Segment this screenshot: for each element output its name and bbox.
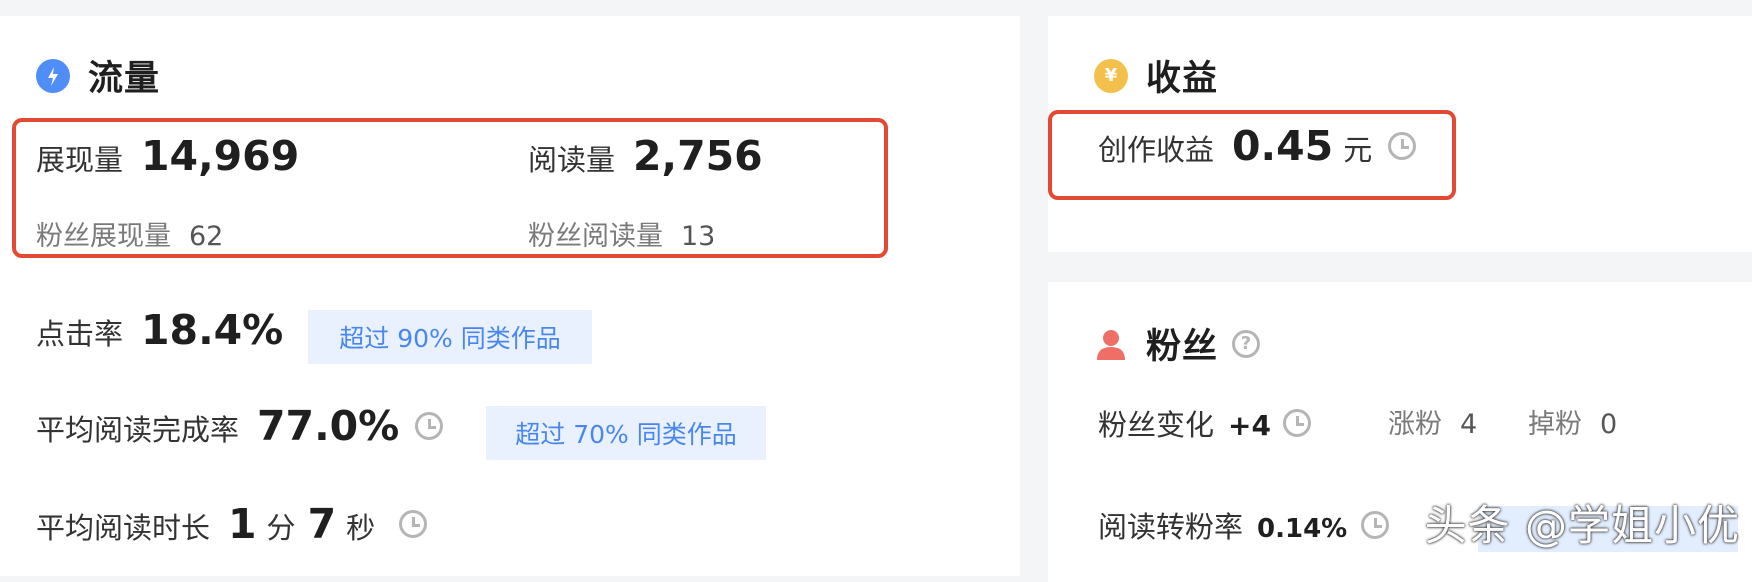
completion-value: 77.0%: [257, 402, 400, 450]
fan-impressions-label: 粉丝展现量: [36, 221, 171, 252]
ctr-stat: 点击率 18.4%: [36, 306, 283, 354]
fan-reads-label: 粉丝阅读量: [528, 221, 663, 252]
conversion-clock-icon[interactable]: [1361, 511, 1390, 539]
fan-loss-stat: 掉粉 0: [1528, 402, 1617, 441]
reads-stat: 阅读量 2,756: [528, 132, 763, 180]
fan-reads-stat: 粉丝阅读量 13: [528, 214, 715, 253]
fan-loss-label: 掉粉: [1528, 409, 1582, 440]
fan-reads-value: 13: [681, 221, 716, 252]
traffic-drop-icon: [36, 58, 70, 93]
ctr-value: 18.4%: [141, 306, 284, 354]
impressions-stat: 展现量 14,969: [36, 132, 299, 180]
creation-income-unit: 元: [1343, 133, 1373, 167]
completion-clock-icon[interactable]: [415, 412, 444, 440]
traffic-header: 流量: [36, 50, 160, 101]
creation-income-label: 创作收益: [1098, 133, 1215, 167]
coin-icon: ¥: [1094, 58, 1128, 93]
fans-header: 粉丝 ?: [1094, 318, 1261, 369]
fans-help-icon[interactable]: ?: [1232, 329, 1261, 358]
watermark-text: 头条 @学姐小优: [1424, 501, 1740, 550]
conversion-stat: 阅读转粉率 0.14%: [1098, 504, 1390, 546]
duration-minutes: 1: [228, 500, 257, 548]
income-header: ¥ 收益: [1094, 50, 1218, 101]
traffic-card: 流量 展现量 14,969 阅读量 2,756 粉丝展现量 62 粉丝阅读量 1…: [0, 16, 1020, 576]
conversion-value: 0.14%: [1257, 514, 1348, 544]
fans-title: 粉丝: [1146, 327, 1219, 367]
fan-change-label: 粉丝变化: [1098, 408, 1215, 442]
duration-seconds: 7: [307, 500, 337, 548]
fan-gain-stat: 涨粉 4: [1388, 402, 1477, 441]
income-title: 收益: [1146, 59, 1219, 99]
fans-user-icon: [1094, 327, 1128, 361]
completion-badge: 超过 70% 同类作品: [486, 406, 766, 460]
fan-gain-value: 4: [1460, 409, 1478, 440]
fan-impressions-stat: 粉丝展现量 62: [36, 214, 223, 253]
duration-seconds-unit: 秒: [346, 511, 376, 545]
fan-change-clock-icon[interactable]: [1282, 409, 1311, 437]
reads-label: 阅读量: [528, 143, 616, 177]
completion-label: 平均阅读完成率: [36, 413, 240, 447]
conversion-label: 阅读转粉率: [1098, 510, 1244, 544]
reads-value: 2,756: [633, 132, 763, 180]
fan-change-value: +4: [1228, 409, 1271, 442]
fan-gain-label: 涨粉: [1388, 409, 1442, 440]
fan-loss-value: 0: [1600, 409, 1618, 440]
creation-income-stat: 创作收益 0.45 元: [1098, 122, 1417, 170]
fan-impressions-value: 62: [189, 221, 224, 252]
fan-change-stat: 粉丝变化 +4: [1098, 402, 1311, 444]
completion-stat: 平均阅读完成率 77.0%: [36, 402, 444, 450]
duration-label: 平均阅读时长: [36, 511, 211, 545]
ctr-badge: 超过 90% 同类作品: [308, 310, 592, 364]
traffic-title: 流量: [88, 59, 161, 99]
duration-stat: 平均阅读时长 1 分 7 秒: [36, 500, 428, 548]
impressions-label: 展现量: [36, 143, 124, 177]
impressions-value: 14,969: [141, 132, 300, 180]
duration-clock-icon[interactable]: [399, 510, 428, 538]
income-clock-icon[interactable]: [1388, 132, 1417, 160]
income-card: ¥ 收益 创作收益 0.45 元: [1048, 16, 1752, 252]
creation-income-value: 0.45: [1232, 122, 1334, 170]
duration-minutes-unit: 分: [266, 511, 296, 545]
ctr-label: 点击率: [36, 317, 124, 351]
